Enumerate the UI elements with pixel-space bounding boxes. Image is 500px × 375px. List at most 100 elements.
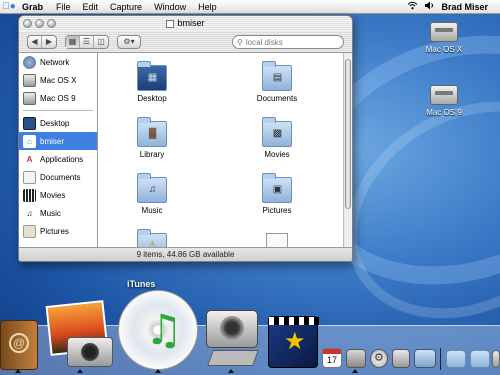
applications-icon: A xyxy=(26,154,33,164)
sidebar-item-mac-os-9[interactable]: Mac OS 9 xyxy=(19,89,97,107)
view-buttons: ▦ ☰ ◫ xyxy=(65,34,109,49)
library-folder-icon: ▓ xyxy=(137,117,167,147)
toolbar: ◀ ▶ ▦ ☰ ◫ ⚙▾ ⚲ local disks xyxy=(19,31,352,53)
folder-public[interactable]: ⚠ xyxy=(122,229,182,248)
sidebar-item-music[interactable]: ♫ Music xyxy=(19,204,97,222)
sidebar-item-mac-os-x[interactable]: Mac OS X xyxy=(19,71,97,89)
running-indicator xyxy=(352,369,358,373)
minimize-button[interactable] xyxy=(35,19,44,28)
documents-folder-icon[interactable] xyxy=(470,350,490,368)
globe-icon xyxy=(23,55,36,69)
close-button[interactable] xyxy=(23,19,32,28)
sidebar-item-documents[interactable]: Documents xyxy=(19,168,97,186)
column-view-button[interactable]: ◫ xyxy=(94,36,108,48)
back-button[interactable]: ◀ xyxy=(28,35,42,48)
menu-help[interactable]: Help xyxy=(192,2,223,12)
window-icon[interactable] xyxy=(414,349,436,368)
folder-documents[interactable]: ▤ Documents xyxy=(247,61,307,103)
imovie-icon[interactable]: ★ xyxy=(268,316,319,368)
finder-icon[interactable] xyxy=(346,349,366,368)
sidebar-item-label: Movies xyxy=(40,190,66,200)
volume-icon[interactable] xyxy=(424,1,435,12)
folder-library[interactable]: ▓ Library xyxy=(122,117,182,159)
gear-icon[interactable]: ⚙▾ xyxy=(118,36,140,48)
running-indicator xyxy=(155,369,161,373)
menu-file[interactable]: File xyxy=(50,2,77,12)
sidebar-item-label: Documents xyxy=(40,172,81,182)
sidebar-item-desktop[interactable]: Desktop xyxy=(19,114,97,132)
picture-icon xyxy=(23,224,36,238)
dock-hover-label: iTunes xyxy=(127,279,156,289)
home-folder-icon xyxy=(166,19,175,28)
vertical-scrollbar[interactable] xyxy=(343,53,352,248)
folder-music[interactable]: ♫ Music xyxy=(122,173,182,215)
file-icon-grid: ▦ Desktop ▤ Documents ▓ Library ▩ Movies… xyxy=(99,53,345,248)
image-capture-icon[interactable] xyxy=(204,310,260,368)
sidebar-item-bmiser[interactable]: ⌂ bmiser xyxy=(19,132,97,150)
menu-capture[interactable]: Capture xyxy=(104,2,148,12)
itunes-icon[interactable]: ♫ xyxy=(118,290,198,370)
pictures-folder-icon: ▣ xyxy=(262,173,292,203)
trash-icon[interactable] xyxy=(492,350,500,368)
sidebar-item-label: Mac OS X xyxy=(40,75,77,85)
movies-folder-icon: ▩ xyxy=(262,117,292,147)
folder-movies[interactable]: ▩ Movies xyxy=(247,117,307,159)
menu-bar: ︎● Grab File Edit Capture Window Help B… xyxy=(0,0,500,14)
scrollbar-thumb[interactable] xyxy=(345,59,351,209)
menu-window[interactable]: Window xyxy=(148,2,192,12)
disk-label: Mac OS X xyxy=(425,45,463,54)
documents-folder-icon: ▤ xyxy=(262,61,292,91)
sidebar-item-applications[interactable]: A Applications xyxy=(19,150,97,168)
desktop-disk-mac-os-9[interactable]: Mac OS 9 xyxy=(414,85,474,117)
wifi-icon[interactable] xyxy=(407,1,418,12)
sidebar-item-label: Pictures xyxy=(40,226,69,236)
hard-disk-icon xyxy=(430,85,458,105)
document-file-icon xyxy=(266,233,288,248)
calendar-day: 17 xyxy=(326,355,337,365)
menu-app-name[interactable]: Grab xyxy=(18,2,50,12)
hard-disk-icon xyxy=(23,91,36,105)
applications-folder-icon[interactable] xyxy=(446,350,466,368)
item-label: Library xyxy=(139,150,165,159)
disk-label: Mac OS 9 xyxy=(426,108,462,117)
sidebar-item-label: Network xyxy=(40,57,70,67)
iphoto-icon[interactable] xyxy=(45,300,115,368)
sidebar-item-network[interactable]: Network xyxy=(19,53,97,71)
icon-view-button[interactable]: ▦ xyxy=(66,35,80,48)
list-view-button[interactable]: ☰ xyxy=(80,35,94,48)
sidebar-item-movies[interactable]: Movies xyxy=(19,186,97,204)
folder-pictures[interactable]: ▣ Pictures xyxy=(247,173,307,215)
address-book-icon[interactable]: @ xyxy=(0,320,38,370)
action-menu[interactable]: ⚙▾ xyxy=(117,34,141,49)
sidebar-item-label: Mac OS 9 xyxy=(40,93,76,103)
desktop-folder-icon: ▦ xyxy=(137,61,167,91)
item-label: Movies xyxy=(264,150,290,159)
music-folder-icon: ♫ xyxy=(137,173,167,203)
sidebar-item-label: Applications xyxy=(40,154,84,164)
apple-menu-icon[interactable]: ︎● xyxy=(0,1,18,12)
ical-icon[interactable]: 17 xyxy=(322,348,342,368)
hard-disk-icon xyxy=(23,73,36,87)
search-field[interactable]: ⚲ local disks xyxy=(232,35,344,49)
hard-disk-icon xyxy=(430,22,458,42)
document-file[interactable] xyxy=(247,233,307,248)
home-icon: ⌂ xyxy=(23,134,36,148)
item-label: Desktop xyxy=(137,94,167,103)
folder-desktop[interactable]: ▦ Desktop xyxy=(122,61,182,103)
sidebar: Network Mac OS X Mac OS 9 Desktop ⌂ bmis… xyxy=(19,53,98,248)
music-note-icon: ♫ xyxy=(26,208,33,218)
forward-button[interactable]: ▶ xyxy=(42,36,56,48)
item-label: Music xyxy=(141,206,163,215)
utility-icon[interactable] xyxy=(392,349,410,368)
title-bar[interactable]: bmiser xyxy=(19,16,352,31)
nav-buttons: ◀ ▶ xyxy=(27,34,57,49)
desktop-disk-mac-os-x[interactable]: Mac OS X xyxy=(414,22,474,54)
menu-edit[interactable]: Edit xyxy=(77,2,105,12)
search-icon: ⚲ xyxy=(237,37,243,47)
sidebar-item-pictures[interactable]: Pictures xyxy=(19,222,97,240)
zoom-button[interactable] xyxy=(47,19,56,28)
system-preferences-icon[interactable]: ⚙ xyxy=(370,349,388,368)
user-name[interactable]: Brad Miser xyxy=(441,2,488,12)
finder-window: bmiser ◀ ▶ ▦ ☰ ◫ ⚙▾ ⚲ local disks Networ… xyxy=(18,15,353,262)
search-placeholder: local disks xyxy=(245,37,283,47)
